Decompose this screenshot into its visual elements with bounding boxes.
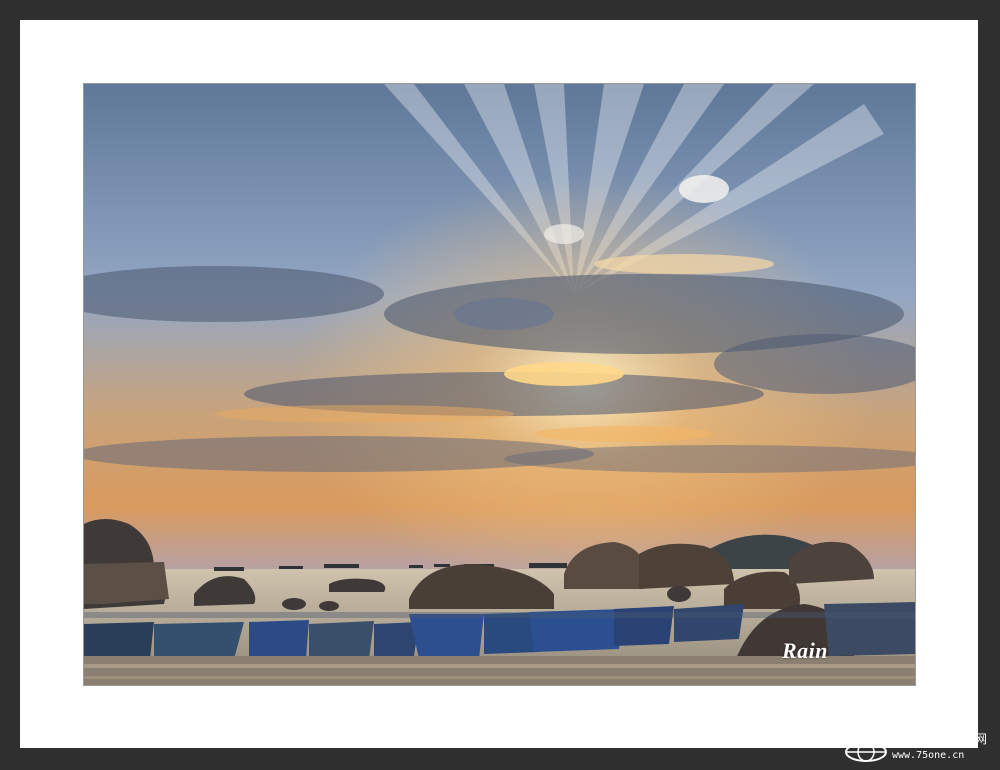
photographer-signature: Rain bbox=[782, 638, 829, 663]
sunset-photo bbox=[83, 83, 916, 686]
watermark-url: www.75one.cn bbox=[892, 750, 965, 761]
watermark-site-char: 网 bbox=[975, 732, 988, 746]
watermark-logo-text: ONE bbox=[845, 727, 875, 740]
photo-scene bbox=[84, 84, 915, 685]
